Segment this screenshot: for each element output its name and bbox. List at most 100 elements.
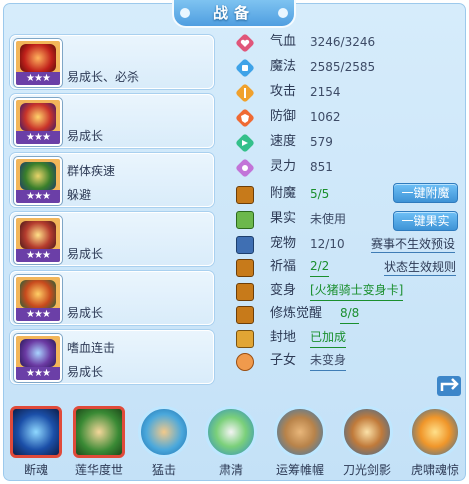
spirit-icon bbox=[236, 159, 254, 177]
title-ornament-right-icon bbox=[278, 8, 288, 18]
fief-icon bbox=[236, 330, 254, 348]
row-transform: 变身 [火猪骑士变身卡] bbox=[236, 280, 464, 302]
stat-value: 579 bbox=[310, 135, 333, 149]
stat-value: 1062 bbox=[310, 110, 341, 124]
skill-name: 刀光剑影 bbox=[342, 463, 391, 477]
row-cultivation: 修炼觉醒 8/8 bbox=[236, 303, 464, 325]
equipment-trait: 易成长、必杀 bbox=[67, 70, 140, 84]
defense-icon bbox=[236, 109, 254, 127]
one-click-fruit-button[interactable]: 一键果实 bbox=[393, 211, 458, 231]
stat-row-hp: 气血 3246/3246 bbox=[236, 31, 464, 53]
skill-icon[interactable] bbox=[205, 406, 257, 458]
cultivation-value[interactable]: 8/8 bbox=[340, 303, 360, 324]
skill-name: 肃清 bbox=[218, 463, 243, 477]
equipment-trait: 嗜血连击 bbox=[67, 341, 116, 355]
equipment-trait: 易成长 bbox=[67, 247, 104, 261]
equipment-trait: 群体疾速 bbox=[67, 164, 116, 178]
blessing-icon bbox=[236, 259, 254, 277]
panel-title: 战备 bbox=[212, 4, 255, 22]
armor-icon bbox=[20, 162, 56, 190]
fief-value[interactable]: 已加成 bbox=[310, 327, 347, 348]
transform-icon bbox=[236, 283, 254, 301]
skill-name: 运筹帷幄 bbox=[275, 463, 324, 477]
stat-label: 魔法 bbox=[270, 59, 297, 74]
skill-slot-7[interactable]: 虎啸魂惊 bbox=[408, 404, 462, 482]
status-rules-link[interactable]: 状态生效规则 bbox=[384, 259, 457, 276]
title-ornament-left-icon bbox=[180, 8, 190, 18]
equipment-trait: 易成长 bbox=[67, 306, 104, 320]
weapon-icon bbox=[20, 44, 56, 72]
skill-slot-4[interactable]: 肃清 bbox=[204, 404, 258, 482]
skill-icon[interactable] bbox=[138, 406, 190, 458]
equipment-slot[interactable]: ★★★ bbox=[14, 216, 62, 264]
row-child: 子女 未变身 bbox=[236, 350, 464, 372]
skill-name: 断魂 bbox=[23, 463, 48, 477]
star-rating: ★★★ bbox=[16, 308, 60, 321]
star-rating: ★★★ bbox=[16, 72, 60, 85]
row-fief: 封地 已加成 bbox=[236, 327, 464, 349]
pet-label: 宠物 bbox=[270, 236, 297, 251]
stat-value: 3246/3246 bbox=[310, 35, 376, 49]
skill-icon[interactable] bbox=[10, 406, 62, 458]
fruit-value: 未使用 bbox=[310, 212, 347, 226]
stat-row-spirit: 灵力 851 bbox=[236, 156, 464, 178]
stat-label: 气血 bbox=[270, 34, 297, 49]
stat-value: 2154 bbox=[310, 85, 341, 99]
equipment-card-4[interactable]: ★★★ 易成长 bbox=[10, 212, 214, 266]
equipment-card-6[interactable]: ★★★ 嗜血连击 易成长 bbox=[10, 330, 214, 384]
necklace-icon bbox=[20, 221, 56, 249]
cultivation-icon bbox=[236, 306, 254, 324]
share-icon[interactable] bbox=[437, 376, 461, 396]
skill-icon[interactable] bbox=[274, 406, 326, 458]
skill-name: 猛击 bbox=[151, 463, 176, 477]
equipment-slot[interactable]: ★★★ bbox=[14, 39, 62, 87]
equipment-card-2[interactable]: ★★★ 易成长 bbox=[10, 94, 214, 148]
fruit-label: 果实 bbox=[270, 211, 297, 226]
stat-value: 2585/2585 bbox=[310, 60, 376, 74]
skill-icon[interactable] bbox=[409, 406, 461, 458]
cultivation-label: 修炼觉醒 bbox=[270, 306, 323, 321]
equipment-slot[interactable]: ★★★ bbox=[14, 98, 62, 146]
stat-label: 攻击 bbox=[270, 84, 297, 99]
heart-icon bbox=[236, 34, 254, 52]
equipment-card-5[interactable]: ★★★ 易成长 bbox=[10, 271, 214, 325]
transform-value[interactable]: [火猪骑士变身卡] bbox=[310, 280, 404, 301]
skill-slot-6[interactable]: 刀光剑影 bbox=[340, 404, 394, 482]
pet-icon bbox=[236, 236, 254, 254]
star-rating: ★★★ bbox=[16, 131, 60, 144]
blessing-label: 祈福 bbox=[270, 259, 297, 274]
stat-row-attack: 攻击 2154 bbox=[236, 81, 464, 103]
tournament-preset-link[interactable]: 赛事不生效预设 bbox=[371, 236, 456, 253]
equipment-slot[interactable]: ★★★ bbox=[14, 275, 62, 323]
stat-value: 851 bbox=[310, 160, 333, 174]
skill-name: 虎啸魂惊 bbox=[410, 463, 459, 477]
stat-label: 灵力 bbox=[270, 159, 297, 174]
speed-icon bbox=[236, 134, 254, 152]
blessing-value[interactable]: 2/2 bbox=[310, 256, 330, 277]
stat-row-speed: 速度 579 bbox=[236, 131, 464, 153]
equipment-card-3[interactable]: ★★★ 群体疾速 躲避 bbox=[10, 153, 214, 207]
equipment-card-1[interactable]: ★★★ 易成长、必杀 bbox=[10, 35, 214, 89]
transform-label: 变身 bbox=[270, 283, 297, 298]
skill-icon[interactable] bbox=[73, 406, 125, 458]
stat-row-mp: 魔法 2585/2585 bbox=[236, 56, 464, 78]
helmet-icon bbox=[20, 103, 56, 131]
skill-slot-3[interactable]: 猛击 bbox=[137, 404, 191, 482]
equipment-slot[interactable]: ★★★ bbox=[14, 334, 62, 382]
skill-icon[interactable] bbox=[341, 406, 393, 458]
enchant-label: 附魔 bbox=[270, 186, 297, 201]
enchant-icon bbox=[236, 186, 254, 204]
skill-slot-5[interactable]: 运筹帷幄 bbox=[273, 404, 327, 482]
stat-label: 防御 bbox=[270, 109, 297, 124]
child-value[interactable]: 未变身 bbox=[310, 350, 347, 371]
equipment-slot[interactable]: ★★★ bbox=[14, 157, 62, 205]
boots-icon bbox=[20, 339, 56, 367]
skill-slot-1[interactable]: 断魂 bbox=[9, 404, 63, 482]
fief-label: 封地 bbox=[270, 330, 297, 345]
one-click-enchant-button[interactable]: 一键附魔 bbox=[393, 183, 458, 203]
attack-icon bbox=[236, 84, 254, 102]
skill-slot-2[interactable]: 莲华度世 bbox=[72, 404, 126, 482]
equipment-trait-2: 躲避 bbox=[67, 188, 92, 202]
mana-icon bbox=[236, 59, 254, 77]
child-icon bbox=[236, 353, 254, 371]
